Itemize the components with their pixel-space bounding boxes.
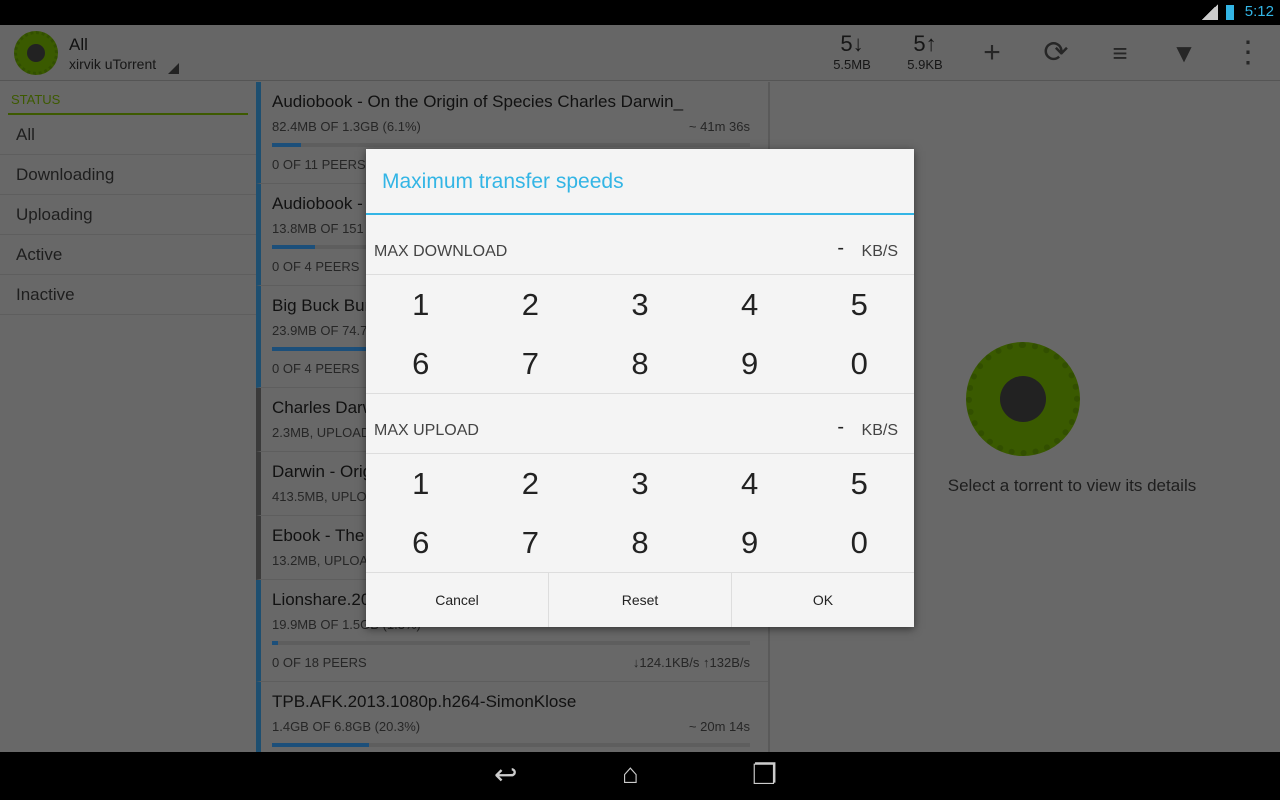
dropdown-indicator-icon	[168, 63, 179, 74]
sidebar-item-all[interactable]: All	[0, 115, 256, 155]
refresh-icon[interactable]: ⟳	[1038, 35, 1074, 71]
progress-fill	[272, 743, 370, 747]
signal-icon	[1202, 4, 1218, 20]
key-2[interactable]: 2	[476, 454, 586, 513]
key-7[interactable]: 7	[476, 334, 586, 393]
view-title[interactable]: All	[69, 35, 88, 55]
torrent-peers: 0 OF 11 PEERS	[272, 157, 366, 172]
key-5[interactable]: 5	[804, 275, 914, 334]
progress-fill	[272, 245, 316, 249]
key-9[interactable]: 9	[695, 513, 805, 572]
sidebar: STATUS All Downloading Uploading Active …	[0, 82, 256, 752]
clock: 5:12	[1244, 3, 1274, 20]
status-bar: 5:12	[0, 0, 1280, 25]
progress-fill	[272, 143, 302, 147]
back-icon[interactable]: ↩	[494, 758, 517, 791]
upload-keypad: 12345 67890	[366, 454, 914, 573]
filter-icon[interactable]: ▼	[1166, 35, 1202, 71]
key-8[interactable]: 8	[585, 334, 695, 393]
torrent-title: Darwin - Origi	[272, 462, 376, 481]
download-stat[interactable]: 5↓ 5.5MB	[817, 31, 887, 72]
key-3[interactable]: 3	[585, 275, 695, 334]
sidebar-item-uploading[interactable]: Uploading	[0, 195, 256, 235]
torrent-peers: 0 OF 4 PEERS	[272, 259, 360, 274]
torrent-eta: ~ 41m 36s	[688, 119, 750, 134]
dialog-title: Maximum transfer speeds	[366, 149, 914, 215]
max-upload-value: -	[837, 416, 844, 438]
max-upload-label: MAX UPLOAD	[374, 422, 479, 439]
progress-bar	[272, 143, 750, 147]
key-3[interactable]: 3	[585, 454, 695, 513]
max-download-unit: KB/S	[861, 243, 898, 260]
torrent-speed: ↓124.1KB/s ↑132B/s	[632, 655, 750, 670]
key-1[interactable]: 1	[366, 454, 476, 513]
navigation-bar: ↩ ⌂ ❐	[0, 752, 1280, 800]
empty-detail-text: Select a torrent to view its details	[947, 476, 1197, 495]
sidebar-item-downloading[interactable]: Downloading	[0, 155, 256, 195]
overflow-menu-icon[interactable]: ⋮	[1230, 35, 1266, 71]
key-6[interactable]: 6	[366, 334, 476, 393]
max-upload-unit: KB/S	[861, 422, 898, 439]
torrent-size: 1.4GB OF 6.8GB (20.3%)	[272, 719, 421, 734]
torrent-row[interactable]: TPB.AFK.2013.1080p.h264-SimonKlose 1.4GB…	[256, 682, 768, 752]
sidebar-item-inactive[interactable]: Inactive	[0, 275, 256, 315]
download-keypad: 12345 67890	[366, 275, 914, 394]
key-5[interactable]: 5	[804, 454, 914, 513]
torrent-peers: 0 OF 18 PEERS	[272, 655, 367, 670]
torrent-size: 13.2MB, UPLOA	[272, 553, 369, 568]
action-bar: All xirvik uTorrent 5↓ 5.5MB 5↑ 5.9KB + ⟳ …	[0, 25, 1280, 81]
cancel-button[interactable]: Cancel	[366, 573, 549, 627]
key-0[interactable]: 0	[804, 334, 914, 393]
max-transfer-speeds-dialog: Maximum transfer speeds MAX DOWNLOAD - K…	[366, 149, 914, 627]
progress-bar	[272, 743, 750, 747]
torrent-title: Ebook - The D	[272, 526, 382, 545]
sort-icon[interactable]: ≡	[1102, 35, 1138, 71]
upload-stat[interactable]: 5↑ 5.9KB	[890, 31, 960, 72]
ok-button[interactable]: OK	[732, 573, 914, 627]
torrent-title: Big Buck Bun	[272, 296, 375, 315]
max-upload-row: MAX UPLOAD - KB/S	[366, 394, 914, 454]
torrent-size: 413.5MB, UPLO	[272, 489, 367, 504]
recent-apps-icon[interactable]: ❐	[752, 758, 777, 791]
torrent-title: TPB.AFK.2013.1080p.h264-SimonKlose	[272, 692, 577, 711]
torrent-size: 2.3MB, UPLOAD	[272, 425, 371, 440]
max-download-value: -	[837, 237, 844, 259]
utorrent-logo-icon	[966, 342, 1080, 456]
utorrent-logo-icon[interactable]	[14, 31, 58, 75]
max-download-label: MAX DOWNLOAD	[374, 243, 508, 260]
key-2[interactable]: 2	[476, 275, 586, 334]
torrent-size: 82.4MB OF 1.3GB (6.1%)	[272, 119, 421, 134]
torrent-size: 13.8MB OF 151	[272, 221, 364, 236]
client-selector[interactable]: xirvik uTorrent	[69, 56, 156, 72]
torrent-eta: ~ 20m 14s	[688, 719, 750, 734]
key-6[interactable]: 6	[366, 513, 476, 572]
key-8[interactable]: 8	[585, 513, 695, 572]
torrent-title: Charles Darwi	[272, 398, 379, 417]
key-4[interactable]: 4	[695, 275, 805, 334]
max-download-row: MAX DOWNLOAD - KB/S	[366, 215, 914, 275]
reset-button[interactable]: Reset	[549, 573, 732, 627]
progress-fill	[272, 641, 279, 645]
key-1[interactable]: 1	[366, 275, 476, 334]
key-0[interactable]: 0	[804, 513, 914, 572]
torrent-title: Lionshare.200	[272, 590, 380, 609]
key-9[interactable]: 9	[695, 334, 805, 393]
key-7[interactable]: 7	[476, 513, 586, 572]
status-header: STATUS	[8, 90, 248, 115]
add-icon[interactable]: +	[974, 35, 1010, 71]
progress-bar	[272, 641, 750, 645]
sidebar-item-active[interactable]: Active	[0, 235, 256, 275]
key-4[interactable]: 4	[695, 454, 805, 513]
home-icon[interactable]: ⌂	[622, 758, 639, 790]
torrent-title: Audiobook - On the Origin of Species Cha…	[272, 92, 684, 111]
torrent-peers: 0 OF 4 PEERS	[272, 361, 360, 376]
torrent-size: 23.9MB OF 74.7	[272, 323, 368, 338]
torrent-title: Audiobook - T	[272, 194, 378, 213]
battery-icon	[1226, 5, 1234, 20]
